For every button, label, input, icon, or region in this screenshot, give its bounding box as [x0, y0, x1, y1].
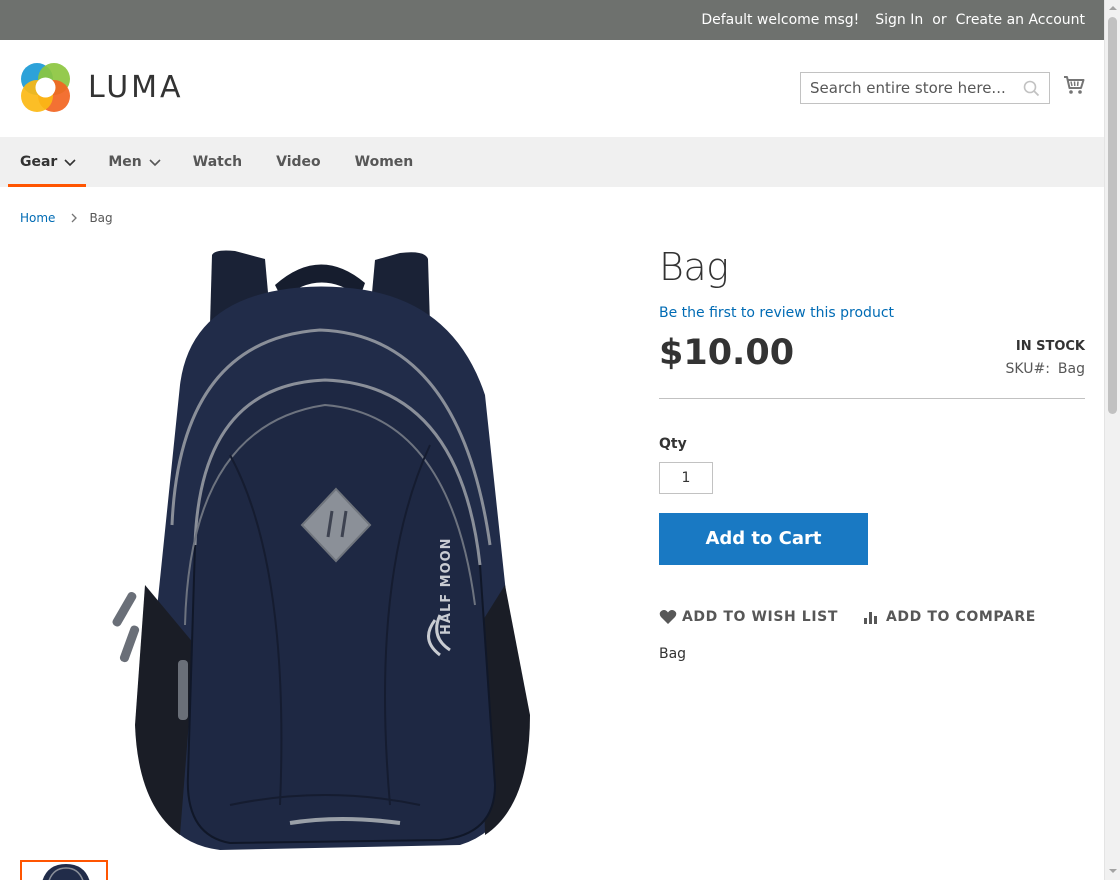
bag-brand-text: HALF MOON [439, 537, 454, 635]
chevron-down-icon [64, 159, 76, 167]
create-account-link[interactable]: Create an Account [956, 12, 1085, 28]
nav-label: Watch [192, 154, 243, 170]
sku-label: SKU#: [1005, 360, 1050, 377]
scroll-up-arrow-icon[interactable] [1108, 3, 1118, 13]
product-actions: Add to Wish List Add to Compare [659, 609, 1085, 625]
logo-text: LUMA [88, 70, 184, 105]
nav-item-men[interactable]: Men [96, 137, 170, 187]
qty-label: Qty [659, 435, 687, 452]
product-info: Bag Be the first to review this product … [659, 245, 1085, 662]
nav-label: Video [276, 154, 321, 170]
backpack-image: HALF MOON [112, 250, 530, 850]
breadcrumb-current: Bag [89, 211, 113, 225]
sign-in-link[interactable]: Sign In [875, 12, 923, 28]
search-input[interactable] [801, 79, 1016, 97]
product-thumbnail[interactable] [20, 860, 108, 880]
nav-label: Gear [20, 154, 58, 170]
price-row: $10.00 In stock SKU#: Bag [659, 333, 1085, 399]
add-to-cart-button[interactable]: Add to Cart [659, 512, 868, 565]
search-icon[interactable] [1023, 80, 1040, 97]
breadcrumb-home-link[interactable]: Home [20, 211, 55, 225]
welcome-message: Default welcome msg! [701, 12, 860, 28]
cart-icon[interactable] [1063, 74, 1085, 96]
breadcrumb: Home Bag [20, 211, 113, 225]
page: Default welcome msg! Sign In or Create a… [0, 0, 1104, 880]
add-to-wishlist-link[interactable]: Add to Wish List [659, 609, 838, 625]
wishlist-label: Add to Wish List [682, 608, 838, 625]
add-to-compare-link[interactable]: Add to Compare [863, 609, 1036, 625]
scrollbar-thumb[interactable] [1108, 17, 1117, 414]
product-title: Bag [659, 245, 729, 289]
page-scrollbar[interactable] [1104, 0, 1120, 880]
compare-label: Add to Compare [885, 608, 1036, 625]
or-separator: or [932, 12, 947, 28]
luma-logo[interactable]: LUMA [20, 62, 184, 113]
nav-item-watch[interactable]: Watch [181, 137, 254, 187]
heart-icon [659, 609, 677, 624]
top-panel-bar: Default welcome msg! Sign In or Create a… [0, 0, 1104, 40]
nav-label: Women [354, 154, 414, 170]
product-short-description: Bag [659, 645, 687, 662]
thumbnail-image [42, 864, 90, 880]
bar-chart-icon [863, 611, 877, 624]
chevron-down-icon [149, 159, 161, 167]
scroll-down-arrow-icon[interactable] [1108, 866, 1118, 876]
chevron-right-icon [71, 213, 78, 223]
site-header: LUMA [0, 40, 1104, 137]
stock-status: In stock [1015, 338, 1085, 354]
nav-item-women[interactable]: Women [343, 137, 426, 187]
nav-item-video[interactable]: Video [264, 137, 333, 187]
review-link[interactable]: Be the first to review this product [659, 305, 1085, 321]
sku-value: Bag [1057, 360, 1085, 377]
luma-logo-icon [21, 63, 70, 112]
product-main-image[interactable]: HALF MOON [100, 245, 550, 860]
nav-item-gear[interactable]: Gear [8, 137, 87, 187]
sku-info: SKU#: Bag [1006, 361, 1085, 377]
qty-input[interactable] [659, 461, 713, 494]
search-box [800, 72, 1050, 104]
product-price: $10.00 [659, 332, 795, 373]
main-navigation: Gear Men Watch Video Women [0, 137, 1104, 187]
nav-label: Men [108, 154, 142, 170]
